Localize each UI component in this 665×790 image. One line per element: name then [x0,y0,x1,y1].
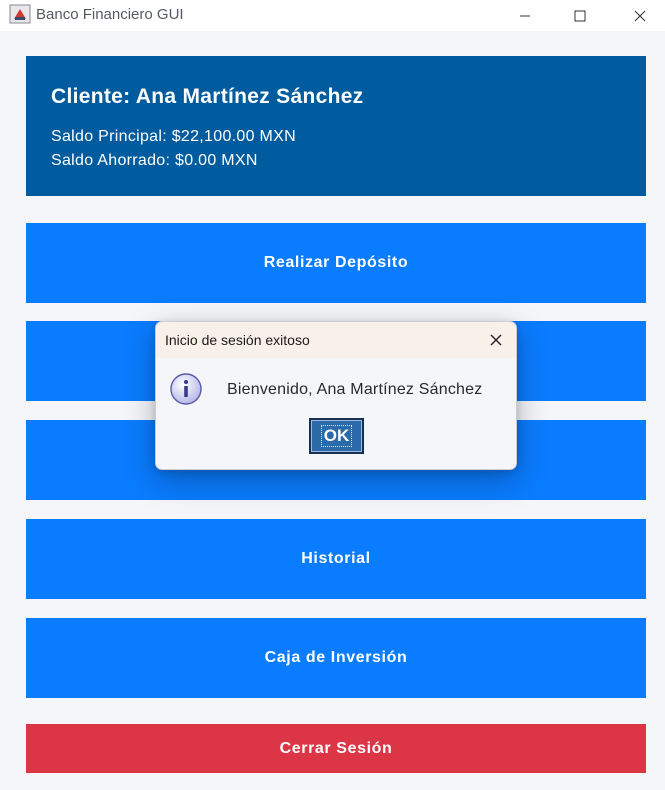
main-balance: Saldo Principal: $22,100.00 MXN [51,128,296,145]
dialog-message: Bienvenido, Ana Martínez Sánchez [227,381,483,398]
info-icon [169,372,203,406]
dialog-title: Inicio de sesión exitoso [165,332,310,348]
client-info-panel: Cliente: Ana Martínez Sánchez Saldo Prin… [26,56,646,196]
history-button[interactable]: Historial [26,519,646,599]
investment-box-button[interactable]: Caja de Inversión [26,618,646,698]
app-window: Banco Financiero GUI Cliente: Ana Martín… [0,0,665,790]
minimize-icon[interactable] [502,0,548,31]
ok-button[interactable]: OK [309,418,364,454]
close-icon[interactable] [484,328,508,352]
dialog-titlebar[interactable]: Inicio de sesión exitoso [156,322,516,358]
ok-button-label: OK [320,425,353,447]
deposit-button[interactable]: Realizar Depósito [26,223,646,303]
window-title: Banco Financiero GUI [36,6,184,23]
saved-balance: Saldo Ahorrado: $0.00 MXN [51,152,258,169]
logout-button[interactable]: Cerrar Sesión [26,724,646,773]
close-icon[interactable] [617,0,663,31]
java-cup-icon [9,4,31,24]
client-name: Cliente: Ana Martínez Sánchez [51,85,364,108]
login-success-dialog: Inicio de sesión exitoso Bienvenido, Ana… [155,321,517,470]
window-titlebar[interactable]: Banco Financiero GUI [0,0,665,31]
maximize-icon[interactable] [557,0,603,31]
